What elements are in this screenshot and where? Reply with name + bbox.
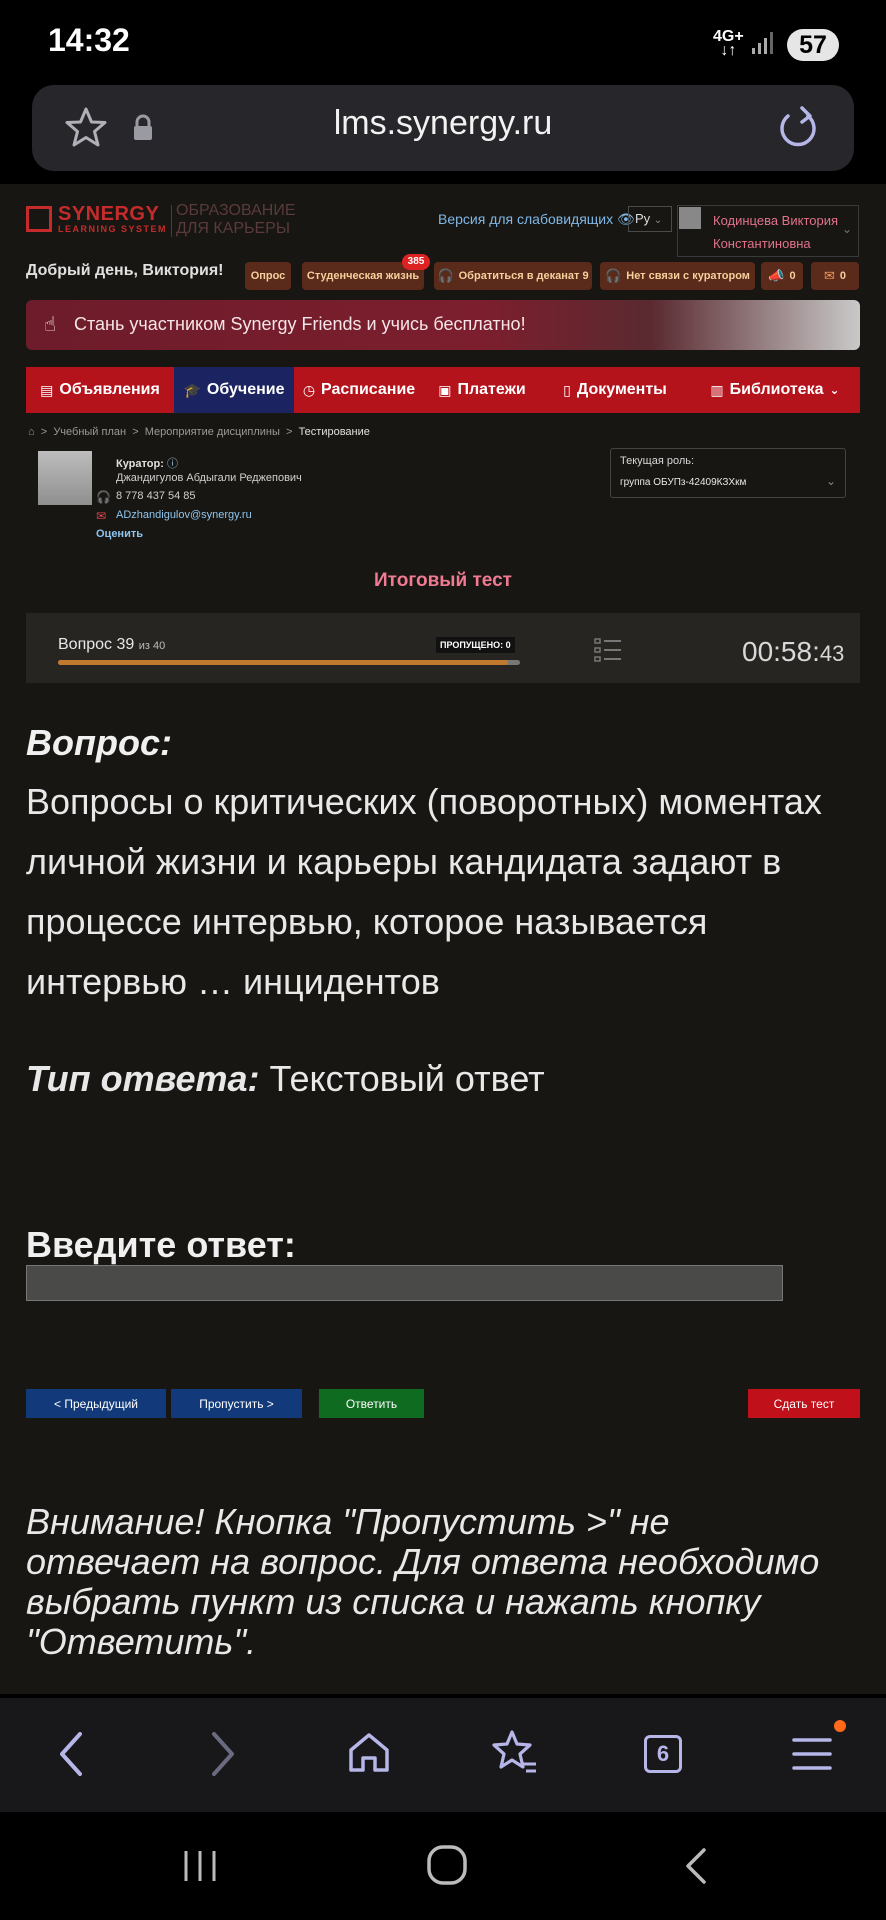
skipped-badge: ПРОПУЩЕНО: 0 (436, 637, 515, 653)
timer: 00:58:43 (742, 636, 845, 667)
back-arrow-icon[interactable] (56, 1730, 86, 1778)
hand-pointer-icon: ☝ (44, 314, 57, 336)
promo-banner-text[interactable]: Стань участником Synergy Friends и учись… (74, 314, 526, 335)
curator-name: Джандигулов Абдыгали Реджепович (116, 472, 302, 484)
reload-icon[interactable] (776, 102, 820, 150)
book-icon: ▥ (710, 381, 724, 398)
logo-name[interactable]: SYNERGY (58, 203, 159, 226)
answer-button[interactable]: Ответить (319, 1389, 424, 1418)
curator-label: Куратор: ⓘ (116, 458, 178, 470)
logo-sub: LEARNING SYSTEM (58, 224, 168, 234)
nav-documents[interactable]: ▯ Документы (540, 367, 690, 413)
question-counter: Вопрос 39 из 40 (58, 636, 166, 653)
home-icon[interactable]: ⌂ (28, 426, 35, 438)
language-select[interactable]: Ру ⌄ (628, 206, 672, 232)
nav-schedule[interactable]: ◷ Расписание (294, 367, 424, 413)
logo-mark-icon[interactable] (26, 206, 52, 232)
curator-avatar (38, 451, 92, 505)
network-indicator: 4G+ ↓↑ (713, 28, 744, 59)
breadcrumb: ⌂ > Учебный план > Мероприятие дисциплин… (28, 426, 370, 438)
breadcrumb-item[interactable]: Учебный план (53, 426, 126, 438)
tabs-count-button[interactable]: 6 (644, 1735, 682, 1773)
home-button-icon[interactable] (426, 1844, 468, 1886)
info-icon[interactable]: ⓘ (167, 458, 178, 470)
curator-status-button[interactable]: 🎧 Нет связи с куратором (600, 262, 755, 290)
chevron-down-icon: ⌄ (829, 383, 840, 397)
mail-counter[interactable]: ✉ 0 (811, 262, 859, 290)
survey-button[interactable]: Опрос (245, 262, 291, 290)
skip-button[interactable]: Пропустить > (171, 1389, 302, 1418)
headset-icon: 🎧 (96, 490, 111, 504)
question-heading: Вопрос: (26, 722, 172, 763)
answer-type: Тип ответа: Текстовый ответ (26, 1058, 545, 1099)
notification-dot (834, 1720, 846, 1732)
previous-button[interactable]: < Предыдущий (26, 1389, 166, 1418)
browser-toolbar (0, 1698, 886, 1812)
progress-fill (58, 660, 508, 665)
question-list-icon[interactable] (594, 637, 622, 663)
list-icon: ▤ (40, 381, 54, 398)
menu-icon[interactable] (792, 1734, 832, 1774)
money-icon: ▣ (438, 381, 452, 398)
curator-phone[interactable]: 8 778 437 54 85 (116, 490, 196, 502)
breadcrumb-current: Тестирование (298, 426, 370, 438)
test-title: Итоговый тест (374, 570, 512, 591)
battery-indicator: 57 (787, 29, 839, 61)
answer-label: Введите ответ: (26, 1224, 296, 1265)
main-nav: ▤ Объявления 🎓 Обучение ◷ Расписание ▣ Плате… (26, 367, 860, 413)
dean-office-button[interactable]: 🎧 Обратиться в деканат 9 (434, 262, 592, 290)
submit-test-button[interactable]: Сдать тест (748, 1389, 860, 1418)
nav-library[interactable]: ▥ Библиотека ⌄ (690, 367, 860, 413)
forward-arrow-icon[interactable] (208, 1730, 238, 1778)
url-text[interactable]: lms.synergy.ru (0, 104, 886, 143)
chevron-down-icon[interactable]: ⌄ (842, 222, 852, 236)
system-back-icon[interactable] (680, 1846, 710, 1886)
nav-learning[interactable]: 🎓 Обучение (174, 367, 294, 413)
role-label: Текущая роль: (620, 455, 695, 467)
recent-apps-icon[interactable] (180, 1848, 220, 1884)
notice-text: Внимание! Кнопка "Пропустить >" не отвеч… (26, 1501, 820, 1662)
nav-payments[interactable]: ▣ Платежи (424, 367, 540, 413)
notification-badge: 385 (402, 254, 430, 270)
mail-icon: ✉ (96, 509, 107, 523)
clock-icon: ◷ (302, 381, 316, 398)
greeting: Добрый день, Виктория! (26, 262, 224, 279)
logo-divider (171, 205, 172, 237)
headset-icon: 🎧 (437, 268, 454, 283)
signal-icon (752, 32, 773, 54)
curator-email[interactable]: ADzhandigulov@synergy.ru (116, 509, 252, 521)
status-time: 14:32 (48, 22, 130, 58)
document-icon: ▯ (563, 381, 571, 398)
mail-icon: ✉ (823, 268, 835, 283)
breadcrumb-item[interactable]: Мероприятие дисциплины (145, 426, 280, 438)
low-vision-link[interactable]: Версия для слабовидящих 👁 (438, 211, 635, 228)
bookmarks-icon[interactable] (490, 1728, 540, 1778)
home-icon[interactable] (346, 1730, 392, 1776)
answer-input[interactable] (26, 1265, 783, 1301)
rate-curator-link[interactable]: Оценить (96, 528, 143, 540)
logo-tagline: ОБРАЗОВАНИЕ ДЛЯ КАРЬЕРЫ (176, 202, 296, 237)
announcements-counter[interactable]: 📣 0 (761, 262, 803, 290)
question-text: Вопросы о критических (поворотных) момен… (26, 781, 822, 1002)
megaphone-icon: 📣 (768, 268, 785, 283)
chevron-down-icon[interactable]: ⌄ (826, 474, 836, 488)
user-avatar (679, 207, 701, 229)
role-value[interactable]: группа ОБУПз-42409КЗХкм (620, 477, 746, 488)
nav-announcements[interactable]: ▤ Объявления (26, 367, 174, 413)
headset-icon: 🎧 (605, 268, 622, 283)
user-name[interactable]: Кодинцева Виктория Константиновна (713, 209, 838, 255)
graduation-cap-icon: 🎓 (183, 381, 201, 398)
